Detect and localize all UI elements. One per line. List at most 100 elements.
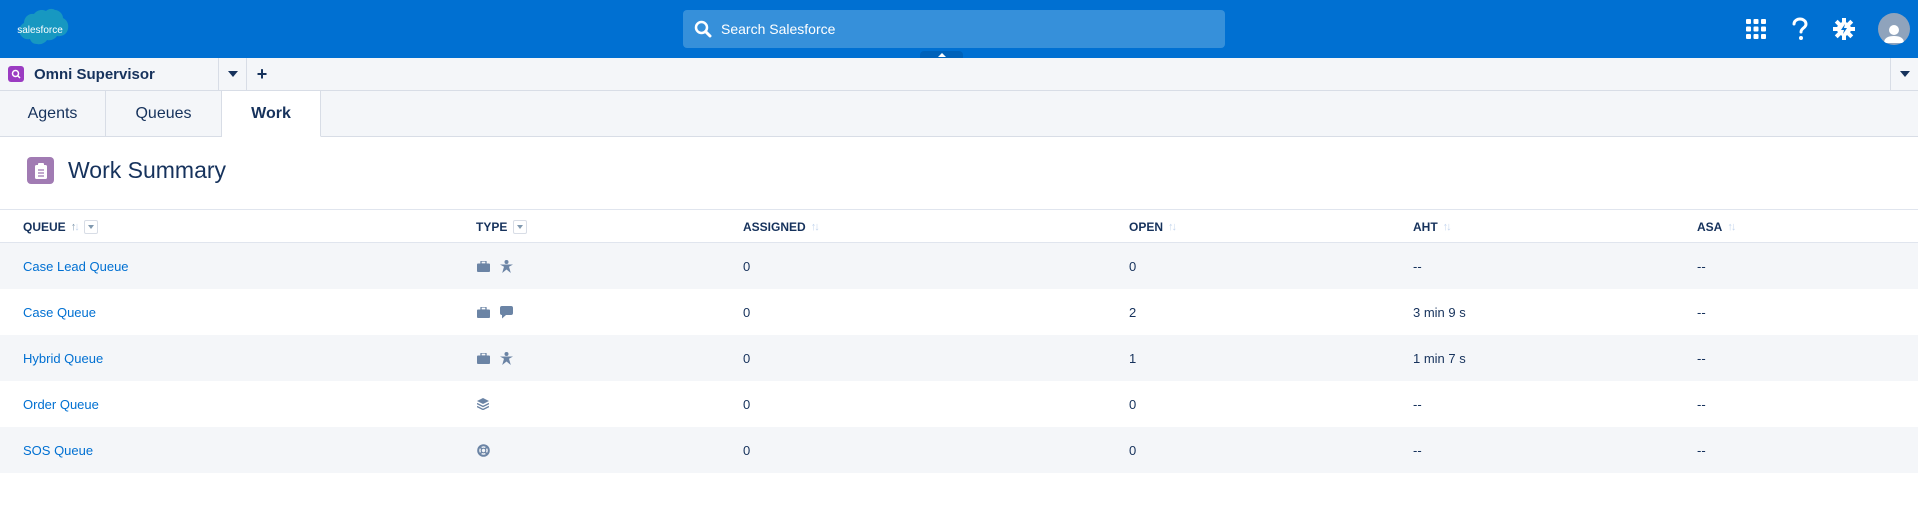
global-header: salesforce — [0, 0, 1918, 58]
sort-icon[interactable]: ↑↓ — [811, 221, 820, 233]
app-title: Omni Supervisor — [34, 65, 155, 83]
cell-aht: 1 min 7 s — [1413, 350, 1466, 366]
add-tab-button[interactable]: + — [248, 58, 276, 90]
column-label: ASSIGNED — [743, 219, 806, 234]
nav-menu-dropdown[interactable] — [219, 58, 247, 90]
tab-queues[interactable]: Queues — [106, 91, 222, 137]
cell-assigned: 0 — [743, 350, 751, 366]
cell-asa: -- — [1697, 350, 1706, 366]
queue-link[interactable]: Order Queue — [23, 397, 99, 412]
cell-type — [476, 289, 513, 335]
app-name-tab[interactable]: Omni Supervisor — [0, 58, 219, 90]
column-label: QUEUE — [23, 219, 66, 234]
search-input[interactable] — [721, 21, 1201, 37]
sos-lifebuoy-icon — [476, 443, 490, 457]
search-icon — [694, 20, 712, 38]
table-row: Case Lead Queue 0 0 -- -- — [0, 243, 1918, 289]
sort-icon[interactable]: ↑↓ — [1727, 221, 1736, 233]
table-row: Hybrid Queue 0 1 1 min 7 s -- — [0, 335, 1918, 381]
setup-gear-icon — [1833, 18, 1855, 40]
cell-open: 0 — [1129, 258, 1137, 274]
global-search[interactable] — [683, 10, 1225, 48]
queue-link[interactable]: Case Queue — [23, 305, 96, 320]
column-header-open[interactable]: OPEN ↑↓ — [1129, 210, 1177, 243]
column-header-assigned[interactable]: ASSIGNED ↑↓ — [743, 210, 820, 243]
page-header: Work Summary — [27, 157, 226, 184]
filter-dropdown-type[interactable] — [513, 219, 528, 234]
table-row: Order Queue 0 0 -- -- — [0, 381, 1918, 427]
chat-bubble-icon — [499, 305, 513, 319]
cell-open: 0 — [1129, 396, 1137, 412]
setup-button[interactable] — [1832, 17, 1856, 41]
cell-assigned: 0 — [743, 396, 751, 412]
tab-label: Work — [251, 104, 291, 122]
filter-dropdown-queue[interactable] — [83, 219, 98, 234]
column-header-aht[interactable]: AHT ↑↓ — [1413, 210, 1452, 243]
cell-aht: -- — [1413, 442, 1422, 458]
chevron-up-icon — [938, 53, 946, 57]
cell-aht: -- — [1413, 258, 1422, 274]
table-body: Case Lead Queue 0 0 -- -- Case Queue 0 2… — [0, 243, 1918, 473]
user-avatar-icon — [1884, 25, 1904, 43]
tab-label: Agents — [27, 105, 78, 122]
sort-icon[interactable]: ↑↓ — [71, 221, 80, 233]
app-launcher-icon — [1746, 19, 1766, 39]
chevron-down-icon — [517, 224, 524, 229]
case-briefcase-icon — [476, 259, 490, 273]
sort-icon[interactable]: ↑↓ — [1443, 221, 1452, 233]
column-header-queue[interactable]: QUEUE ↑↓ — [23, 210, 98, 243]
cell-queue: SOS Queue — [23, 427, 93, 473]
chevron-down-icon — [87, 224, 94, 229]
queue-link[interactable]: Hybrid Queue — [23, 351, 103, 366]
tab-agents[interactable]: Agents — [0, 91, 106, 137]
console-nav-bar: Omni Supervisor + — [0, 58, 1918, 91]
cell-open: 2 — [1129, 304, 1137, 320]
tab-overflow-dropdown[interactable] — [1890, 58, 1918, 90]
column-header-type[interactable]: TYPE — [476, 210, 528, 243]
clipboard-icon — [27, 157, 54, 184]
cell-queue: Case Lead Queue — [23, 243, 129, 289]
cell-type — [476, 381, 490, 427]
plus-icon: + — [256, 63, 268, 84]
chevron-down-icon — [227, 71, 238, 77]
page-title: Work Summary — [68, 157, 227, 183]
cell-assigned: 0 — [743, 442, 751, 458]
cell-asa: -- — [1697, 442, 1706, 458]
queue-link[interactable]: SOS Queue — [23, 443, 93, 458]
lead-person-icon — [499, 259, 513, 273]
cell-assigned: 0 — [743, 304, 751, 320]
peek-toggle[interactable] — [920, 51, 963, 58]
tab-label: Queues — [135, 105, 192, 122]
lead-person-icon — [499, 351, 513, 365]
sort-icon[interactable]: ↑↓ — [1168, 221, 1177, 233]
cell-asa: -- — [1697, 396, 1706, 412]
column-header-asa[interactable]: ASA ↑↓ — [1697, 210, 1736, 243]
help-button[interactable] — [1788, 17, 1812, 41]
column-label: ASA — [1697, 219, 1723, 234]
cell-open: 1 — [1129, 350, 1137, 366]
help-icon — [1792, 17, 1808, 40]
queue-link[interactable]: Case Lead Queue — [23, 259, 129, 274]
cell-assigned: 0 — [743, 258, 751, 274]
cell-asa: -- — [1697, 304, 1706, 320]
cell-queue: Order Queue — [23, 381, 99, 427]
omni-supervisor-icon — [8, 66, 24, 82]
column-label: TYPE — [476, 219, 508, 234]
chevron-down-icon — [1899, 71, 1910, 77]
salesforce-logo[interactable]: salesforce — [8, 8, 72, 51]
user-avatar[interactable] — [1878, 13, 1910, 45]
case-briefcase-icon — [476, 305, 490, 319]
table-row: Case Queue 0 2 3 min 9 s -- — [0, 289, 1918, 335]
cell-type — [476, 335, 513, 381]
work-summary-table: QUEUE ↑↓ TYPE ASSIGNED ↑↓ OPEN ↑↓ AHT ↑↓… — [0, 209, 1918, 473]
column-label: AHT — [1413, 219, 1438, 234]
brand-text: salesforce — [17, 25, 63, 36]
cell-asa: -- — [1697, 258, 1706, 274]
cell-type — [476, 427, 490, 473]
case-briefcase-icon — [476, 351, 490, 365]
column-label: OPEN — [1129, 219, 1164, 234]
cell-aht: -- — [1413, 396, 1422, 412]
table-header: QUEUE ↑↓ TYPE ASSIGNED ↑↓ OPEN ↑↓ AHT ↑↓… — [0, 209, 1918, 243]
app-launcher-button[interactable] — [1744, 17, 1768, 41]
tab-work[interactable]: Work — [222, 91, 321, 137]
